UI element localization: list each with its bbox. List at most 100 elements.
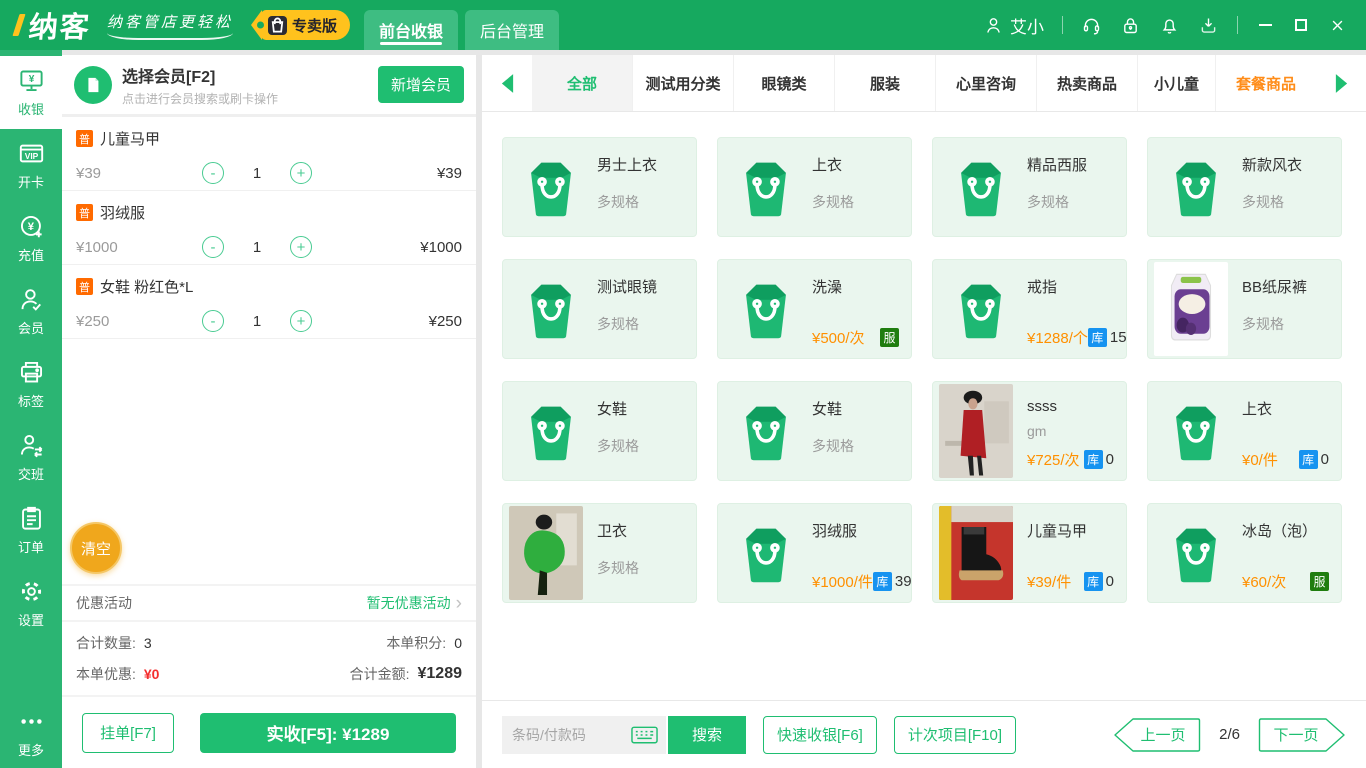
decrease-qty-button[interactable]: - [202,162,224,184]
product-card[interactable]: 新款风衣 多规格 [1147,137,1342,237]
hold-order-button[interactable]: 挂单[F7] [82,712,174,753]
sidebar-item-label: 开卡 [17,175,44,190]
cart-item-name: 儿童马甲 [100,131,161,148]
minimize-button[interactable] [1256,16,1274,34]
sidebar-item[interactable]: 订单 [0,494,62,567]
product-card[interactable]: 测试眼镜 多规格 [502,259,697,359]
cart-item-name: 羽绒服 [100,205,146,222]
product-card[interactable]: 女鞋 多规格 [717,381,912,481]
download-icon[interactable] [1198,15,1219,36]
sidebar-item[interactable]: ¥ 收银 [0,56,62,129]
category-tab[interactable]: 服装 [835,55,936,111]
sidebar-item[interactable]: VIP 开卡 [0,129,62,202]
brand-accent-mark [12,14,26,36]
member-card-icon[interactable] [74,65,112,104]
sidebar-item-label: 设置 [17,613,44,628]
promo-value: 暂无优惠活动 [366,595,451,611]
add-member-button[interactable]: 新增会员 [377,66,464,103]
product-card[interactable]: 上衣 ¥0/件 库 0 [1147,381,1342,481]
sidebar-item[interactable]: 更多 [0,704,62,762]
select-member-title[interactable]: 选择会员[F2] [122,63,278,87]
shopping-bag-icon [948,277,1014,343]
product-photo [509,506,583,600]
product-spec: 多规格 [812,438,854,454]
product-spec: 多规格 [597,194,639,210]
product-card[interactable]: 羽绒服 ¥1000/件 库 39 [717,503,912,603]
pay-button[interactable]: 实收[F5]: ¥1289 [200,712,456,753]
product-spec: 多规格 [812,194,854,210]
category-tab[interactable]: 测试用分类 [633,55,734,111]
product-card[interactable]: 男士上衣 多规格 [502,137,697,237]
product-card[interactable]: ssss gm ¥725/次 库 0 [932,381,1127,481]
amount-label: 合计金额: [349,666,410,682]
points-value: 0 [454,635,462,651]
increase-qty-button[interactable]: + [290,162,312,184]
barcode-input-wrap[interactable] [502,715,666,754]
scroll-left-button[interactable] [482,55,532,111]
product-card[interactable]: 卫衣 多规格 [502,503,697,603]
cart-panel: 选择会员[F2] 点击进行会员搜索或刷卡操作 新增会员 普 儿童马甲 ¥39 -… [62,55,476,768]
scroll-right-button[interactable] [1316,55,1366,111]
pos-app: 纳客 纳客管店更轻松 专卖版 前台收银 后台管理 艾小 ¥ 收银 VIP 开卡 … [0,0,1366,768]
product-name: 羽绒服 [812,523,858,540]
nav-tab-label: 后台管理 [480,24,545,41]
content: 选择会员[F2] 点击进行会员搜索或刷卡操作 新增会员 普 儿童马甲 ¥39 -… [62,50,1366,768]
category-tab[interactable]: 热卖商品 [1037,55,1138,111]
member-select-row[interactable]: 选择会员[F2] 点击进行会员搜索或刷卡操作 新增会员 [62,55,476,117]
nav-tab[interactable]: 后台管理 [465,10,560,50]
product-card[interactable]: 女鞋 多规格 [502,381,697,481]
sidebar-item[interactable]: ¥ 充值 [0,202,62,275]
cart-item: 普 羽绒服 ¥1000 - 1 + ¥1000 [62,191,476,265]
bell-icon[interactable] [1159,15,1180,36]
quick-cashier-button[interactable]: 快速收银[F6] [763,715,877,754]
product-stock-count: 15 [1109,329,1127,346]
product-card[interactable]: BB纸尿裤 多规格 [1147,259,1342,359]
product-card[interactable]: 精品西服 多规格 [932,137,1127,237]
decrease-qty-button[interactable]: - [202,236,224,258]
decrease-qty-button[interactable]: - [202,310,224,332]
lock-icon[interactable] [1120,15,1141,36]
category-tab-label: 套餐商品 [1235,75,1296,93]
category-tab-label: 热卖商品 [1056,75,1117,93]
headset-icon[interactable] [1081,15,1102,36]
shift-icon [18,432,45,459]
product-card[interactable]: 儿童马甲 ¥39/件 库 0 [932,503,1127,603]
next-page-button[interactable]: 下一页 [1258,717,1346,753]
sidebar-item[interactable]: 交班 [0,421,62,494]
counting-item-button[interactable]: 计次项目[F10] [893,715,1017,754]
product-card[interactable]: 洗澡 ¥500/次 服 [717,259,912,359]
product-card[interactable]: 冰岛（泡） ¥60/次 服 [1147,503,1342,603]
category-tab-label: 眼镜类 [761,75,807,93]
category-tab-label: 全部 [566,75,597,93]
sidebar-item[interactable]: 设置 [0,567,62,640]
brand-slogan: 纳客管店更轻松 [107,11,234,40]
product-photo [939,384,1013,478]
promo-row[interactable]: 优惠活动 暂无优惠活动 › [62,584,476,620]
search-button[interactable]: 搜索 [668,715,746,754]
cart-item-qty: 1 [252,164,262,182]
sidebar-item[interactable]: 会员 [0,275,62,348]
prev-page-button[interactable]: 上一页 [1113,717,1201,753]
current-user[interactable]: 艾小 [983,13,1044,38]
product-name: 洗澡 [812,279,843,296]
category-tab[interactable]: 套餐商品 [1216,55,1316,111]
increase-qty-button[interactable]: + [290,236,312,258]
clear-cart-button[interactable]: 清空 [70,522,122,574]
nav-tab[interactable]: 前台收银 [364,10,459,50]
category-tab[interactable]: 全部 [532,55,633,111]
product-card[interactable]: 戒指 ¥1288/个 库 15 [932,259,1127,359]
maximize-button[interactable] [1292,16,1310,34]
category-tab[interactable]: 心里咨询 [936,55,1037,111]
product-badge: 库 [872,572,892,591]
keyboard-icon[interactable] [631,726,658,744]
increase-qty-button[interactable]: + [290,310,312,332]
barcode-input[interactable] [512,726,631,743]
product-spec: 多规格 [1027,194,1069,210]
close-button[interactable] [1328,16,1346,34]
product-card[interactable]: 上衣 多规格 [717,137,912,237]
sidebar-item[interactable]: 标签 [0,348,62,421]
member-icon [18,286,45,313]
category-tab[interactable]: 眼镜类 [734,55,835,111]
product-price: ¥1288/个 [1027,330,1088,347]
category-tab[interactable]: 小儿童 [1138,55,1216,111]
